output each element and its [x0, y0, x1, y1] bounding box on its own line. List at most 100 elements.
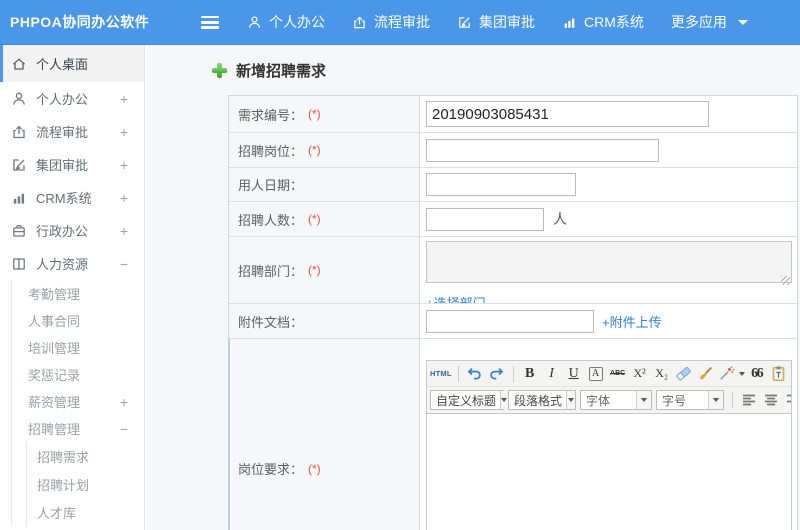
superscript-button[interactable]: X² — [630, 364, 650, 384]
align-center-button[interactable] — [761, 390, 781, 410]
blockquote-button[interactable]: 66 — [747, 364, 767, 384]
format-brush-button[interactable] — [696, 364, 716, 384]
app-logo: PHPOA协同办公软件 — [10, 14, 150, 30]
strikethrough-button[interactable]: ABC — [608, 364, 628, 384]
recruit-department-textarea[interactable] — [426, 241, 792, 283]
attachment-upload-link[interactable]: +附件上传 — [602, 312, 662, 331]
font-border-button[interactable]: A — [588, 366, 603, 381]
subitem-label: 招聘需求 — [37, 449, 90, 465]
field-label: 用人日期： — [238, 178, 304, 193]
topnav-label: 更多应用 — [670, 14, 727, 30]
group-approval-icon — [457, 15, 472, 30]
topnav-crm-system[interactable]: CRM系统 — [562, 12, 644, 32]
expand-plus-icon[interactable]: + — [120, 190, 128, 206]
toolbar-separator — [732, 392, 733, 408]
topnav-label: 流程审批 — [374, 14, 430, 30]
user-icon — [11, 91, 27, 107]
recruit-post-input[interactable] — [426, 138, 659, 162]
hire-date-input[interactable] — [426, 173, 576, 196]
paste-text-button[interactable] — [769, 364, 789, 384]
collapse-minus-icon[interactable]: − — [120, 421, 128, 437]
expand-plus-icon[interactable]: + — [120, 157, 128, 173]
sidebar-subitem-salary[interactable]: 薪资管理 + — [12, 388, 144, 415]
topnav-group-approval[interactable]: 集团审批 — [457, 12, 535, 32]
expand-plus-icon[interactable]: + — [120, 394, 128, 410]
sidebar-subitem-recruitment[interactable]: 招聘管理 − — [12, 415, 144, 442]
demand-number-input[interactable] — [426, 101, 709, 127]
sidebar-subitem-hr-contracts[interactable]: 人事合同 — [12, 307, 144, 334]
required-mark: (*) — [308, 143, 321, 157]
sidebar-item-label: CRM系统 — [36, 191, 92, 206]
custom-title-select[interactable]: 自定义标题 — [430, 390, 508, 410]
subitem-label: 考勤管理 — [28, 287, 81, 302]
workflow-approval-icon — [11, 124, 27, 140]
resize-grip-icon[interactable] — [781, 276, 790, 285]
add-plus-icon — [212, 63, 227, 78]
crm-chart-icon — [11, 190, 27, 206]
page-title-text: 新增招聘需求 — [236, 63, 327, 80]
required-mark: (*) — [308, 107, 321, 121]
topnav-label: 个人办公 — [269, 14, 325, 30]
sidebar-item-personal-desktop[interactable]: 个人桌面 — [0, 45, 144, 82]
sidebar-item-label: 流程审批 — [36, 125, 89, 140]
expand-plus-icon[interactable]: + — [120, 91, 128, 107]
italic-button[interactable]: I — [542, 364, 562, 384]
sidebar-item-personal-office[interactable]: 个人办公 + — [0, 82, 144, 115]
attachment-input[interactable] — [426, 309, 594, 333]
topnav-workflow-approval[interactable]: 流程审批 — [352, 12, 430, 32]
align-left-button[interactable] — [739, 390, 759, 410]
sidebar-item-label: 人力资源 — [36, 257, 89, 272]
sidebar-item-label: 个人办公 — [36, 92, 89, 107]
undo-button[interactable] — [465, 364, 485, 384]
bold-button[interactable]: B — [520, 364, 540, 384]
underline-button[interactable]: U — [564, 364, 584, 384]
hr-submenu: 考勤管理 人事合同 培训管理 奖惩记录 薪资管理 + 招聘管理 − 招聘需求 招… — [11, 280, 144, 526]
label-recruit-department: 招聘部门： (*) — [229, 236, 420, 303]
expand-plus-icon[interactable]: + — [120, 223, 128, 239]
eraser-button[interactable] — [674, 364, 694, 384]
expand-plus-icon[interactable]: + — [120, 124, 128, 140]
redo-button[interactable] — [487, 364, 507, 384]
sidebar-subitem-talent-pool[interactable]: 人才库 — [27, 498, 144, 526]
caret-down-icon — [738, 371, 745, 376]
editor-content-area[interactable] — [427, 414, 791, 530]
sidebar-subitem-recruit-plan[interactable]: 招聘计划 — [27, 470, 144, 498]
subitem-label: 招聘计划 — [37, 477, 90, 493]
topnav-personal-office[interactable]: 个人办公 — [247, 12, 325, 32]
topnav-more-apps[interactable]: 更多应用 — [671, 12, 748, 32]
sidebar-item-admin-office[interactable]: 行政办公 + — [0, 214, 144, 247]
recruitment-demand-form: 需求编号： (*) 招聘岗位： (*) 用人日期： — [228, 95, 798, 530]
topnav-label: 集团审批 — [479, 14, 535, 30]
sidebar-item-label: 个人桌面 — [36, 57, 89, 72]
paragraph-format-select[interactable]: 段落格式 — [508, 390, 576, 410]
sidebar-item-label: 行政办公 — [36, 224, 89, 239]
sidebar-subitem-training[interactable]: 培训管理 — [12, 334, 144, 361]
sidebar-subitem-rewards[interactable]: 奖惩记录 — [12, 361, 144, 388]
field-label: 招聘岗位： — [238, 143, 304, 159]
collapse-minus-icon[interactable]: − — [120, 256, 128, 272]
sidebar-subitem-attendance[interactable]: 考勤管理 — [12, 280, 144, 307]
sidebar-item-human-resources[interactable]: 人力资源 − — [0, 247, 144, 280]
hamburger-icon[interactable] — [201, 16, 219, 29]
font-family-select[interactable]: 字体 — [580, 390, 652, 410]
recruit-count-input[interactable] — [426, 207, 544, 231]
required-mark: (*) — [308, 461, 321, 476]
field-label: 岗位要求： — [238, 462, 304, 477]
spray-color-button[interactable] — [718, 364, 745, 384]
label-demand-number: 需求编号： (*) — [229, 96, 420, 132]
sidebar-item-workflow-approval[interactable]: 流程审批 + — [0, 115, 144, 148]
html-source-button[interactable]: HTML — [430, 364, 452, 384]
caret-down-icon — [737, 19, 748, 25]
caret-down-icon — [708, 391, 723, 409]
font-size-select[interactable]: 字号 — [656, 390, 724, 410]
caret-down-icon — [636, 391, 651, 409]
sidebar-item-crm-system[interactable]: CRM系统 + — [0, 181, 144, 214]
sidebar: 个人桌面 个人办公 + 流程审批 + 集团审批 + CRM系统 + 行政办公 +… — [0, 45, 145, 530]
field-label: 附件文档： — [238, 314, 304, 330]
subitem-label: 人事合同 — [28, 314, 81, 329]
subscript-button[interactable]: X₂ — [652, 364, 672, 384]
sidebar-subitem-recruit-demand[interactable]: 招聘需求 — [27, 442, 144, 470]
sidebar-item-group-approval[interactable]: 集团审批 + — [0, 148, 144, 181]
unit-suffix: 人 — [553, 211, 567, 227]
align-right-button[interactable] — [783, 390, 791, 410]
